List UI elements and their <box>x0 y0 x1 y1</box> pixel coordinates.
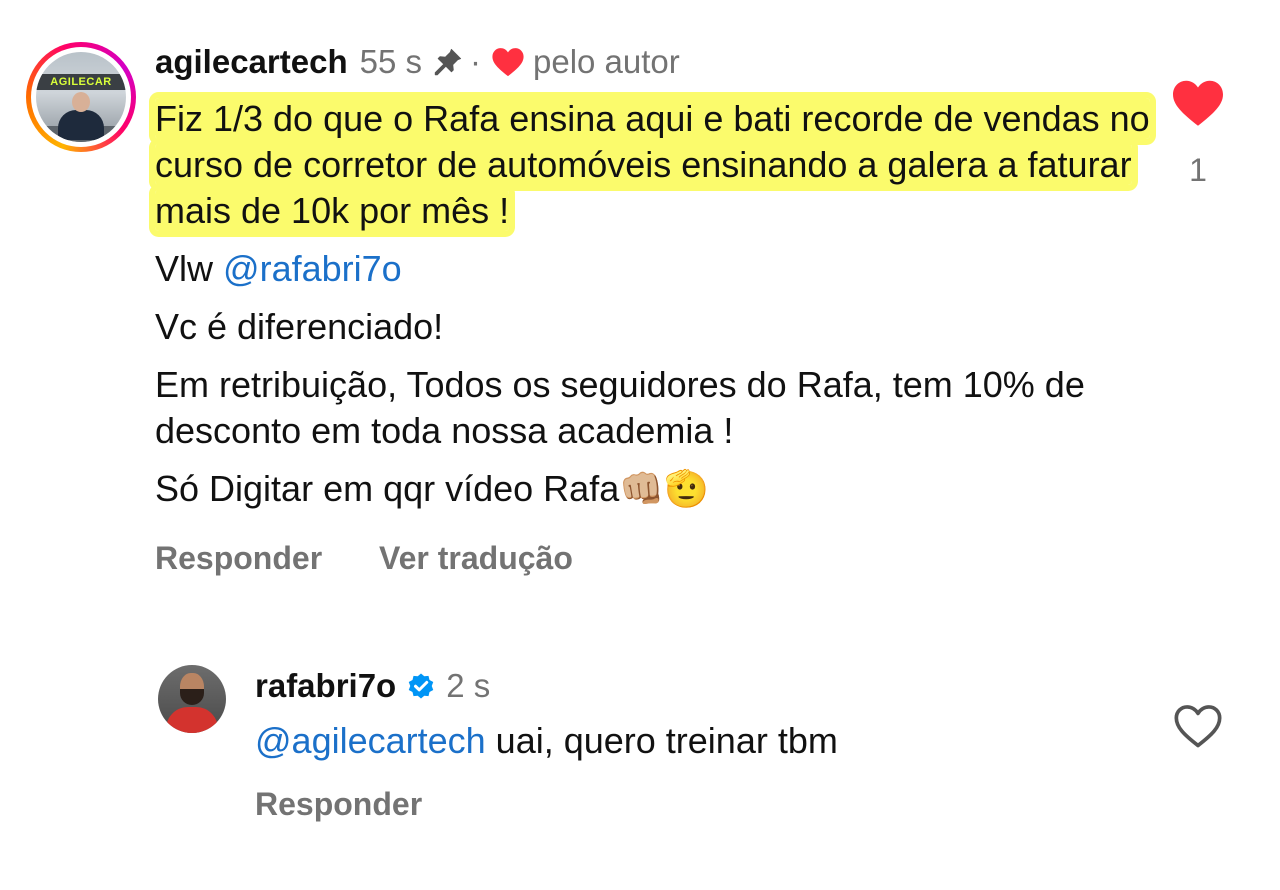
avatar-logo-text: AGILECAR <box>36 74 126 90</box>
reply-avatar[interactable] <box>158 665 226 733</box>
reply-mention-link[interactable]: @agilecartech <box>255 720 486 761</box>
avatar[interactable]: AGILECAR <box>26 42 136 152</box>
heart-icon <box>491 46 525 78</box>
reply-reply-button[interactable]: Responder <box>255 786 422 822</box>
comment-paragraph-differentiated: Vc é diferenciado! <box>155 306 444 347</box>
pin-icon <box>432 46 464 78</box>
separator-dot: · <box>469 43 481 80</box>
comment-header: agilecartech 55 s · pelo autor <box>155 40 680 84</box>
comment-time: 55 s <box>359 43 422 80</box>
see-translation-button[interactable]: Ver tradução <box>379 540 573 576</box>
heart-outline-icon <box>1174 705 1222 748</box>
comment-paragraph-instruction: Só Digitar em qqr vídeo Rafa👊🏼🫡 <box>155 466 1155 513</box>
highlighted-text: Fiz 1/3 do que o Rafa ensina aqui e bati… <box>155 98 1150 231</box>
reply-actions: Responder <box>255 786 422 823</box>
reply-time: 2 s <box>446 667 491 704</box>
comment-paragraph-discount: Em retribuição, Todos os seguidores do R… <box>155 364 1085 451</box>
emoji-fist-salute: 👊🏼🫡 <box>619 469 709 510</box>
comment-paragraph-thanks: Vlw @rafabri7o <box>155 246 1155 292</box>
reply-like-button[interactable] <box>1172 702 1224 750</box>
comment-body: Fiz 1/3 do que o Rafa ensina aqui e bati… <box>155 96 1155 525</box>
comment-paragraph-highlighted: Fiz 1/3 do que o Rafa ensina aqui e bati… <box>155 96 1155 234</box>
reply-avatar-beard <box>180 689 204 705</box>
comments-thread: AGILECAR agilecartech 55 s · pelo autor … <box>0 0 1280 890</box>
heart-filled-icon <box>1173 80 1223 126</box>
avatar-person-head <box>72 92 90 112</box>
like-count[interactable]: 1 <box>1170 152 1226 189</box>
reply-avatar-shirt <box>166 707 218 733</box>
avatar-image: AGILECAR <box>36 52 126 142</box>
comment-actions: Responder Ver tradução <box>155 540 621 577</box>
liked-by-author-label: pelo autor <box>532 43 680 80</box>
verified-badge-icon <box>406 671 436 701</box>
like-button[interactable] <box>1170 78 1226 128</box>
mention-link[interactable]: @rafabri7o <box>223 248 402 289</box>
reply-button[interactable]: Responder <box>155 540 322 576</box>
reply-body: @agilecartech uai, quero treinar tbm <box>255 718 838 764</box>
reply-header: rafabri7o 2 s <box>255 664 490 708</box>
reply-username[interactable]: rafabri7o <box>255 667 396 705</box>
avatar-person-body <box>58 110 104 140</box>
instruction-text: Só Digitar em qqr vídeo Rafa <box>155 468 620 509</box>
thanks-text: Vlw <box>155 248 214 289</box>
reply-text: uai, quero treinar tbm <box>485 720 838 761</box>
comment-username[interactable]: agilecartech <box>155 43 348 81</box>
